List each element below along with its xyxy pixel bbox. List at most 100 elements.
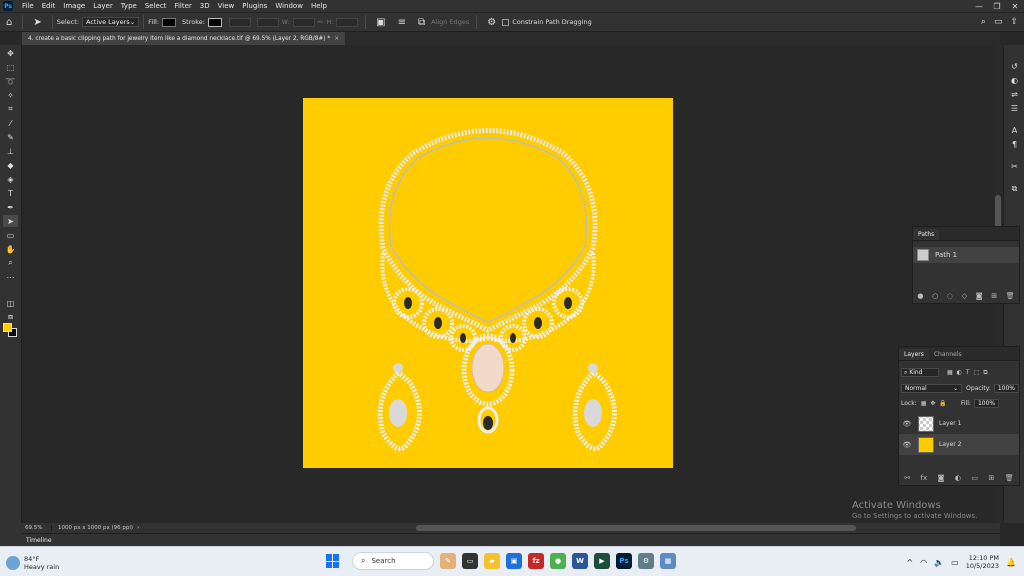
- menu-window[interactable]: Window: [271, 2, 307, 10]
- fill-swatch[interactable]: [162, 17, 177, 27]
- store-icon[interactable]: ▣: [506, 553, 522, 569]
- new-group-icon[interactable]: ▭: [971, 474, 978, 482]
- close-icon[interactable]: ✕: [1006, 0, 1024, 12]
- tab-channels[interactable]: Channels: [929, 349, 967, 360]
- photoshop-taskbar-icon[interactable]: Ps: [616, 553, 632, 569]
- lock-all-icon[interactable]: 🔒: [939, 400, 946, 407]
- clock[interactable]: 12:10 PM 10/5/2023: [966, 554, 999, 570]
- link-layers-icon[interactable]: ⚯: [904, 474, 910, 482]
- task-view-icon[interactable]: ▭: [462, 553, 478, 569]
- more-tools-icon[interactable]: ⋯: [3, 271, 18, 283]
- timeline-tab[interactable]: Timeline: [26, 537, 52, 544]
- chrome-icon[interactable]: ●: [550, 553, 566, 569]
- document-canvas[interactable]: [303, 98, 673, 468]
- chevron-up-icon[interactable]: ^: [906, 558, 913, 567]
- blend-mode-dropdown[interactable]: Normal ⌄: [901, 384, 963, 393]
- menu-type[interactable]: Type: [117, 2, 141, 10]
- menu-3d[interactable]: 3D: [196, 2, 214, 10]
- speaker-icon[interactable]: 🔈: [934, 558, 944, 567]
- minimize-icon[interactable]: —: [970, 0, 988, 12]
- character-icon[interactable]: A: [1008, 125, 1021, 136]
- menu-file[interactable]: File: [18, 2, 38, 10]
- adjustment-filter-icon[interactable]: ◐: [957, 369, 962, 377]
- history-icon[interactable]: ↺: [1008, 61, 1021, 72]
- add-mask-icon[interactable]: ◙: [976, 292, 983, 300]
- weather-widget[interactable]: 84°F Heavy rain: [6, 555, 59, 571]
- hand-tool-icon[interactable]: ✋: [3, 243, 18, 255]
- stamp-tool-icon[interactable]: ⊥: [3, 145, 18, 157]
- media-app-icon[interactable]: ▶: [594, 553, 610, 569]
- menu-help[interactable]: Help: [307, 2, 331, 10]
- eyedropper-tool-icon[interactable]: ⁄: [3, 117, 18, 129]
- menu-view[interactable]: View: [214, 2, 239, 10]
- libraries-icon[interactable]: ☰: [1008, 103, 1021, 114]
- lock-position-icon[interactable]: ✥: [930, 400, 935, 407]
- windows-start-icon[interactable]: [326, 554, 340, 568]
- constrain-path-checkbox[interactable]: [502, 18, 510, 26]
- menu-layer[interactable]: Layer: [89, 2, 117, 10]
- layer-row[interactable]: 👁 Layer 2: [899, 434, 1019, 455]
- stroke-style-dropdown[interactable]: [256, 17, 279, 27]
- visibility-eye-icon[interactable]: 👁: [901, 441, 913, 449]
- filezilla-icon[interactable]: fz: [528, 553, 544, 569]
- kind-filter-dropdown[interactable]: ⌕ Kind: [901, 368, 939, 377]
- opacity-field[interactable]: 100%: [993, 384, 1019, 393]
- menu-plugins[interactable]: Plugins: [238, 2, 271, 10]
- zoom-level[interactable]: 69.5%: [22, 525, 52, 531]
- path-selection-tool-icon[interactable]: ➤: [27, 17, 47, 28]
- add-mask-icon[interactable]: ◙: [938, 474, 945, 482]
- visibility-eye-icon[interactable]: 👁: [901, 420, 913, 428]
- paragraph-icon[interactable]: ¶: [1008, 139, 1021, 150]
- trash-icon[interactable]: 🗑: [1006, 292, 1015, 300]
- magic-wand-tool-icon[interactable]: ✧: [3, 89, 18, 101]
- widget-app-icon[interactable]: ✎: [440, 553, 456, 569]
- pen-tool-icon[interactable]: ✒: [3, 201, 18, 213]
- pixel-filter-icon[interactable]: ▦: [947, 369, 953, 377]
- new-layer-icon[interactable]: ⊞: [989, 474, 995, 482]
- type-tool-icon[interactable]: T: [3, 187, 18, 199]
- quick-mask-icon[interactable]: ◫: [3, 297, 18, 309]
- type-filter-icon[interactable]: T: [966, 369, 970, 377]
- menu-filter[interactable]: Filter: [170, 2, 195, 10]
- taskbar-search[interactable]: ⌕ Search: [352, 552, 434, 570]
- path-arrangement-icon[interactable]: ⧉: [412, 17, 431, 28]
- word-icon[interactable]: W: [572, 553, 588, 569]
- height-field[interactable]: [336, 17, 359, 27]
- horizontal-scrollbar[interactable]: [416, 525, 856, 531]
- marquee-tool-icon[interactable]: ⬚: [3, 61, 18, 73]
- close-tab-icon[interactable]: ×: [334, 36, 339, 42]
- home-icon[interactable]: ⌂: [0, 17, 18, 28]
- foreground-color-swatch[interactable]: [3, 323, 12, 332]
- shape-filter-icon[interactable]: ⬚: [974, 369, 980, 377]
- eraser-tool-icon[interactable]: ◆: [3, 159, 18, 171]
- layer-row[interactable]: 👁 Layer 1: [899, 413, 1019, 434]
- make-work-path-icon[interactable]: ◇: [962, 292, 967, 300]
- restore-icon[interactable]: ❐: [988, 0, 1006, 12]
- gear-icon[interactable]: ⚙: [481, 17, 502, 28]
- wifi-icon[interactable]: ◠: [920, 558, 927, 567]
- width-field[interactable]: [292, 17, 315, 27]
- lasso-tool-icon[interactable]: ➰: [3, 75, 18, 87]
- screen-mode-icon[interactable]: ⧈: [3, 311, 18, 323]
- workspace-icon[interactable]: ▭: [994, 17, 1003, 27]
- select-dropdown[interactable]: Active Layers ⌄: [82, 17, 140, 27]
- trash-icon[interactable]: 🗑: [1005, 474, 1014, 482]
- smart-object-filter-icon[interactable]: ⧉: [983, 369, 987, 377]
- load-selection-icon[interactable]: ◌: [947, 292, 953, 300]
- battery-icon[interactable]: ▭: [951, 558, 959, 567]
- gradient-tool-icon[interactable]: ◈: [3, 173, 18, 185]
- move-tool-icon[interactable]: ✥: [3, 47, 18, 59]
- new-path-icon[interactable]: ⊞: [991, 292, 997, 300]
- app-icon[interactable]: ▦: [660, 553, 676, 569]
- path-selection-tool-icon[interactable]: ➤: [3, 215, 18, 227]
- fill-path-icon[interactable]: ●: [917, 292, 923, 300]
- crop-tool-icon[interactable]: ⌗: [3, 103, 18, 115]
- rectangle-tool-icon[interactable]: ▭: [3, 229, 18, 241]
- menu-edit[interactable]: Edit: [38, 2, 60, 10]
- export-icon[interactable]: ⧉: [1008, 183, 1021, 194]
- fill-field[interactable]: 100%: [973, 399, 1000, 408]
- stroke-width-field[interactable]: [228, 17, 251, 27]
- stroke-swatch[interactable]: [207, 17, 222, 27]
- notification-icon[interactable]: 🔔: [1006, 558, 1016, 567]
- adjustment-layer-icon[interactable]: ◐: [955, 474, 961, 482]
